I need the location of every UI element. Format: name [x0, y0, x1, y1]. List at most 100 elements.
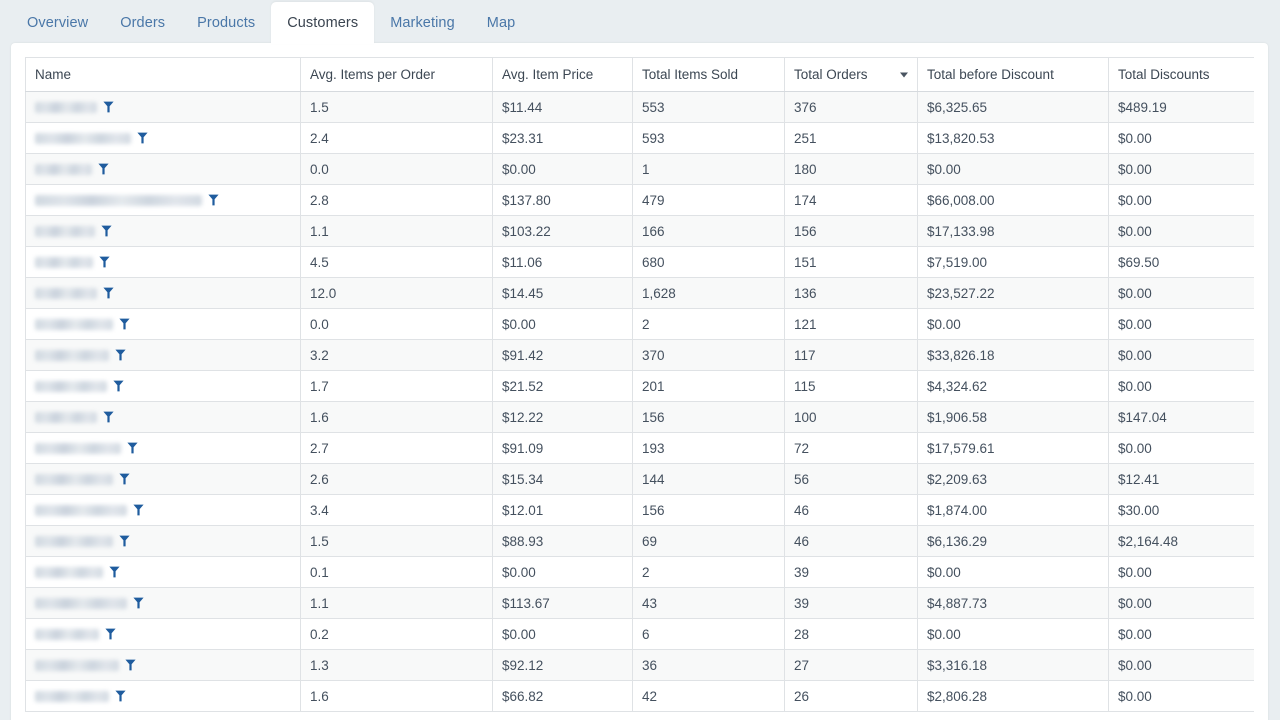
app-root: Overview Orders Products Customers Marketing… — [0, 0, 1280, 720]
cell-td: $0.00 — [1108, 184, 1254, 216]
table-row[interactable]: 2.4 $23.31 593 251 $13,820.53 $0.00 — [25, 122, 1254, 154]
column-header-to[interactable]: Total Orders — [784, 57, 918, 92]
cell-tbd: $2,806.28 — [917, 680, 1109, 712]
tab-customers[interactable]: Customers — [271, 2, 375, 44]
cell-aip: $15.34 — [492, 463, 633, 495]
table-row[interactable]: 0.2 $0.00 6 28 $0.00 $0.00 — [25, 618, 1254, 650]
cell-td: $0.00 — [1108, 215, 1254, 247]
filter-icon[interactable] — [101, 225, 112, 237]
cell-aipo: 1.5 — [300, 91, 493, 123]
redacted-customer-name — [35, 163, 92, 175]
redacted-customer-name — [35, 132, 131, 144]
filter-icon[interactable] — [115, 349, 126, 361]
cell-tis: 1 — [632, 153, 785, 185]
filter-icon[interactable] — [115, 690, 126, 702]
cell-tbd: $2,209.63 — [917, 463, 1109, 495]
customer-name-wrapper — [35, 628, 291, 640]
redacted-customer-name — [35, 628, 99, 640]
cell-td: $12.41 — [1108, 463, 1254, 495]
table-row[interactable]: 1.3 $92.12 36 27 $3,316.18 $0.00 — [25, 649, 1254, 681]
cell-aipo: 1.3 — [300, 649, 493, 681]
cell-tis: 156 — [632, 401, 785, 433]
filter-icon[interactable] — [103, 101, 114, 113]
table-row[interactable]: 1.7 $21.52 201 115 $4,324.62 $0.00 — [25, 370, 1254, 402]
tab-map[interactable]: Map — [471, 2, 532, 44]
cell-to: 180 — [784, 153, 918, 185]
filter-icon[interactable] — [109, 566, 120, 578]
redacted-customer-name — [35, 473, 113, 485]
tab-marketing[interactable]: Marketing — [374, 2, 471, 44]
filter-icon[interactable] — [127, 442, 138, 454]
column-header-tbd[interactable]: Total before Discount — [917, 57, 1109, 92]
filter-icon[interactable] — [103, 287, 114, 299]
tab-orders[interactable]: Orders — [104, 2, 181, 44]
redacted-customer-name — [35, 659, 119, 671]
cell-tis: 1,628 — [632, 277, 785, 309]
column-header-aipo[interactable]: Avg. Items per Order — [300, 57, 493, 92]
tab-overview[interactable]: Overview — [11, 2, 104, 44]
table-row[interactable]: 3.2 $91.42 370 117 $33,826.18 $0.00 — [25, 339, 1254, 371]
filter-icon[interactable] — [103, 411, 114, 423]
filter-icon[interactable] — [133, 597, 144, 609]
cell-td: $0.00 — [1108, 277, 1254, 309]
filter-icon[interactable] — [99, 256, 110, 268]
redacted-customer-name — [35, 225, 95, 237]
cell-tbd: $4,887.73 — [917, 587, 1109, 619]
customer-name-wrapper — [35, 473, 291, 485]
cell-tbd: $0.00 — [917, 556, 1109, 588]
filter-icon[interactable] — [125, 659, 136, 671]
table-row[interactable]: 12.0 $14.45 1,628 136 $23,527.22 $0.00 — [25, 277, 1254, 309]
table-row[interactable]: 1.5 $88.93 69 46 $6,136.29 $2,164.48 — [25, 525, 1254, 557]
filter-icon[interactable] — [208, 194, 219, 206]
table-row[interactable]: 1.5 $11.44 553 376 $6,325.65 $489.19 — [25, 91, 1254, 123]
cell-tbd: $1,906.58 — [917, 401, 1109, 433]
table-row[interactable]: 2.8 $137.80 479 174 $66,008.00 $0.00 — [25, 184, 1254, 216]
table-row[interactable]: 1.1 $113.67 43 39 $4,887.73 $0.00 — [25, 587, 1254, 619]
cell-td: $0.00 — [1108, 370, 1254, 402]
filter-icon[interactable] — [98, 163, 109, 175]
table-row[interactable]: 4.5 $11.06 680 151 $7,519.00 $69.50 — [25, 246, 1254, 278]
cell-to: 46 — [784, 494, 918, 526]
cell-to: 121 — [784, 308, 918, 340]
cell-aipo: 1.5 — [300, 525, 493, 557]
cell-td: $0.00 — [1108, 649, 1254, 681]
table-row[interactable]: 3.4 $12.01 156 46 $1,874.00 $30.00 — [25, 494, 1254, 526]
column-header-aip[interactable]: Avg. Item Price — [492, 57, 633, 92]
filter-icon[interactable] — [113, 380, 124, 392]
cell-aip: $103.22 — [492, 215, 633, 247]
column-header-td[interactable]: Total Discounts — [1108, 57, 1254, 92]
cell-aip: $21.52 — [492, 370, 633, 402]
table-row[interactable]: 2.6 $15.34 144 56 $2,209.63 $12.41 — [25, 463, 1254, 495]
column-header-name[interactable]: Name — [25, 57, 301, 92]
table-row[interactable]: 2.7 $91.09 193 72 $17,579.61 $0.00 — [25, 432, 1254, 464]
cell-name — [25, 308, 301, 340]
cell-name — [25, 370, 301, 402]
customer-name-wrapper — [35, 566, 291, 578]
filter-icon[interactable] — [119, 535, 130, 547]
filter-icon[interactable] — [133, 504, 144, 516]
redacted-customer-name — [35, 256, 93, 268]
cell-aipo: 1.1 — [300, 587, 493, 619]
cell-aipo: 2.7 — [300, 432, 493, 464]
filter-icon[interactable] — [119, 318, 130, 330]
cell-aip: $91.42 — [492, 339, 633, 371]
redacted-customer-name — [35, 318, 113, 330]
column-header-tis[interactable]: Total Items Sold — [632, 57, 785, 92]
table-row[interactable]: 0.1 $0.00 2 39 $0.00 $0.00 — [25, 556, 1254, 588]
cell-aip: $91.09 — [492, 432, 633, 464]
cell-aipo: 0.0 — [300, 308, 493, 340]
tab-products[interactable]: Products — [181, 2, 271, 44]
table-row[interactable]: 0.0 $0.00 2 121 $0.00 $0.00 — [25, 308, 1254, 340]
cell-name — [25, 215, 301, 247]
filter-icon[interactable] — [105, 628, 116, 640]
table-row[interactable]: 1.6 $66.82 42 26 $2,806.28 $0.00 — [25, 680, 1254, 712]
cell-td: $0.00 — [1108, 308, 1254, 340]
filter-icon[interactable] — [137, 132, 148, 144]
redacted-customer-name — [35, 101, 97, 113]
cell-name — [25, 153, 301, 185]
table-row[interactable]: 1.6 $12.22 156 100 $1,906.58 $147.04 — [25, 401, 1254, 433]
table-row[interactable]: 0.0 $0.00 1 180 $0.00 $0.00 — [25, 153, 1254, 185]
filter-icon[interactable] — [119, 473, 130, 485]
table-row[interactable]: 1.1 $103.22 166 156 $17,133.98 $0.00 — [25, 215, 1254, 247]
customer-name-wrapper — [35, 225, 291, 237]
